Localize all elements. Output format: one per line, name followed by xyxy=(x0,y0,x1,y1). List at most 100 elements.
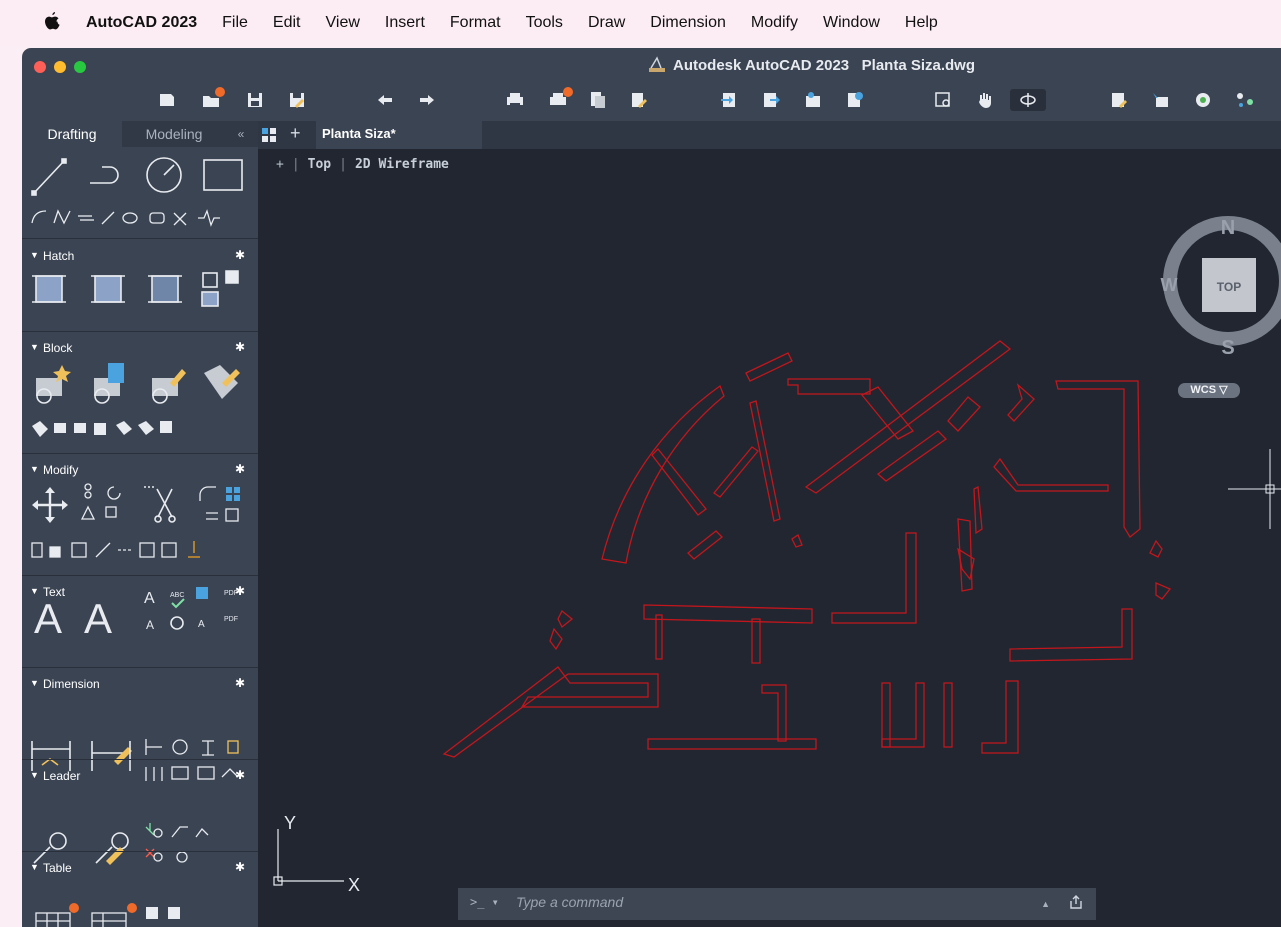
menu-edit[interactable]: Edit xyxy=(273,14,301,32)
panel-dimension-header[interactable]: ▼ Dimension ✱ xyxy=(22,675,258,693)
start-tab-grid-icon[interactable] xyxy=(262,128,276,142)
hatch-edit-icon[interactable] xyxy=(91,275,125,303)
gradient-tool-icon[interactable] xyxy=(148,275,182,303)
save-as-icon[interactable] xyxy=(286,89,308,111)
panel-text-header[interactable]: ▼ Text ✱ xyxy=(22,583,258,601)
share-icon[interactable] xyxy=(1068,894,1084,913)
zoom-window-button[interactable] xyxy=(74,61,86,73)
menu-dimension[interactable]: Dimension xyxy=(650,14,726,32)
zoom-window-icon[interactable] xyxy=(932,89,954,111)
compass-west[interactable]: W xyxy=(1161,275,1178,295)
tab-planta-siza[interactable]: Planta Siza* xyxy=(316,121,482,149)
save-icon[interactable] xyxy=(244,89,266,111)
design-center-icon[interactable] xyxy=(1150,89,1172,111)
viewcube[interactable]: TOP N S W E xyxy=(1161,216,1281,359)
floor-plan-drawing[interactable] xyxy=(442,340,1172,758)
batch-plot-icon[interactable] xyxy=(547,87,573,111)
gear-icon[interactable]: ✱ xyxy=(235,584,245,598)
trim-tool-icon[interactable] xyxy=(144,486,176,523)
command-recent-icon[interactable]: ▲ xyxy=(1041,899,1050,909)
panel-table-title: Table xyxy=(43,861,72,875)
pan-icon[interactable] xyxy=(974,89,996,111)
wcs-menu[interactable]: WCS ▽ xyxy=(1178,383,1240,398)
command-history-button[interactable]: >_ ▾ xyxy=(470,895,499,909)
orbit-icon[interactable] xyxy=(1010,89,1046,111)
redo-icon[interactable] xyxy=(416,89,438,111)
compass-north[interactable]: N xyxy=(1221,217,1235,239)
menu-file[interactable]: File xyxy=(222,14,248,32)
single-line-text-icon[interactable]: A xyxy=(84,595,112,642)
share-icon[interactable] xyxy=(844,89,866,111)
menu-view[interactable]: View xyxy=(326,14,360,32)
menu-window[interactable]: Window xyxy=(823,14,880,32)
rectangle-tool-icon[interactable] xyxy=(203,159,243,191)
title-bar: Autodesk AutoCAD 2023 Planta Siza.dwg xyxy=(22,48,1281,86)
gear-icon[interactable]: ✱ xyxy=(235,462,245,476)
create-block-icon[interactable] xyxy=(36,365,71,404)
leader-small-tools-icon[interactable] xyxy=(145,823,209,863)
external-refs-icon[interactable] xyxy=(1192,89,1214,111)
network-icon[interactable] xyxy=(1234,89,1256,111)
gear-icon[interactable]: ✱ xyxy=(235,340,245,354)
insert-block-icon[interactable] xyxy=(94,363,124,404)
panel-leader-header[interactable]: ▼ Leader ✱ xyxy=(22,767,258,785)
panel-separator xyxy=(22,331,258,332)
command-line[interactable]: >_ ▾ Type a command ▲ xyxy=(458,888,1096,920)
attribute-edit-icon[interactable] xyxy=(204,365,240,399)
gear-icon[interactable]: ✱ xyxy=(235,860,245,874)
palette-tool-icons: A A A ABC PDFA A PDF xyxy=(31,157,243,927)
open-icon[interactable] xyxy=(200,87,225,111)
import-icon[interactable] xyxy=(718,89,740,111)
fillet-array-icon[interactable] xyxy=(199,486,240,522)
gear-icon[interactable]: ✱ xyxy=(235,248,245,262)
command-input[interactable]: Type a command xyxy=(516,894,623,910)
edit-block-icon[interactable] xyxy=(152,369,186,404)
plot-icon[interactable] xyxy=(504,89,526,111)
close-window-button[interactable] xyxy=(34,61,46,73)
apple-menu-icon[interactable] xyxy=(44,11,60,35)
menu-format[interactable]: Format xyxy=(450,14,501,32)
table-style-icon[interactable] xyxy=(91,903,137,927)
page-setup-icon[interactable] xyxy=(587,89,609,111)
panel-hatch-header[interactable]: ▼ Hatch ✱ xyxy=(22,247,258,265)
move-tool-icon[interactable] xyxy=(32,487,68,523)
publish-icon[interactable] xyxy=(628,89,650,111)
minimize-window-button[interactable] xyxy=(54,61,66,73)
circle-tool-icon[interactable] xyxy=(146,157,182,193)
multiline-text-icon[interactable]: A xyxy=(34,595,62,642)
boundary-tool-icon[interactable] xyxy=(201,270,239,307)
polyline-tool-icon[interactable] xyxy=(90,166,119,184)
copy-rotate-mirror-icon[interactable] xyxy=(80,483,121,520)
panel-separator xyxy=(22,851,258,852)
menu-app-name[interactable]: AutoCAD 2023 xyxy=(86,14,197,32)
gear-icon[interactable]: ✱ xyxy=(235,676,245,690)
panel-table-header[interactable]: ▼ Table ✱ xyxy=(22,859,258,877)
new-tab-icon[interactable]: + xyxy=(290,123,301,144)
menu-modify[interactable]: Modify xyxy=(751,14,798,32)
data-link-icons[interactable] xyxy=(146,907,180,927)
menu-draw[interactable]: Draw xyxy=(588,14,625,32)
sheet-set-icon[interactable] xyxy=(1108,89,1130,111)
menu-help[interactable]: Help xyxy=(905,14,938,32)
attach-icon[interactable] xyxy=(802,89,824,111)
gear-icon[interactable]: ✱ xyxy=(235,768,245,782)
table-tool-icon[interactable] xyxy=(35,903,79,927)
modify-small-tools-icon[interactable] xyxy=(31,541,200,558)
menu-tools[interactable]: Tools xyxy=(526,14,563,32)
panel-modify-header[interactable]: ▼ Modify ✱ xyxy=(22,461,258,479)
new-icon[interactable] xyxy=(156,89,178,111)
line-tool-icon[interactable] xyxy=(31,158,67,196)
autocad-logo-icon xyxy=(648,56,666,73)
menu-insert[interactable]: Insert xyxy=(385,14,425,32)
viewcube-face-top[interactable]: TOP xyxy=(1217,280,1241,294)
hatch-tool-icon[interactable] xyxy=(32,275,66,303)
export-icon[interactable] xyxy=(760,89,782,111)
panel-block-header[interactable]: ▼ Block ✱ xyxy=(22,339,258,357)
panel-block-title: Block xyxy=(43,341,73,355)
undo-icon[interactable] xyxy=(374,89,396,111)
drawing-area[interactable]: TOP N S W E Y X xyxy=(258,149,1281,927)
drawing-canvas[interactable]: + | Top | 2D Wireframe TOP N S W E xyxy=(258,149,1281,927)
draw-small-tools-icon[interactable] xyxy=(31,209,220,227)
compass-south[interactable]: S xyxy=(1221,337,1234,359)
block-small-tools-icon[interactable] xyxy=(32,421,172,437)
